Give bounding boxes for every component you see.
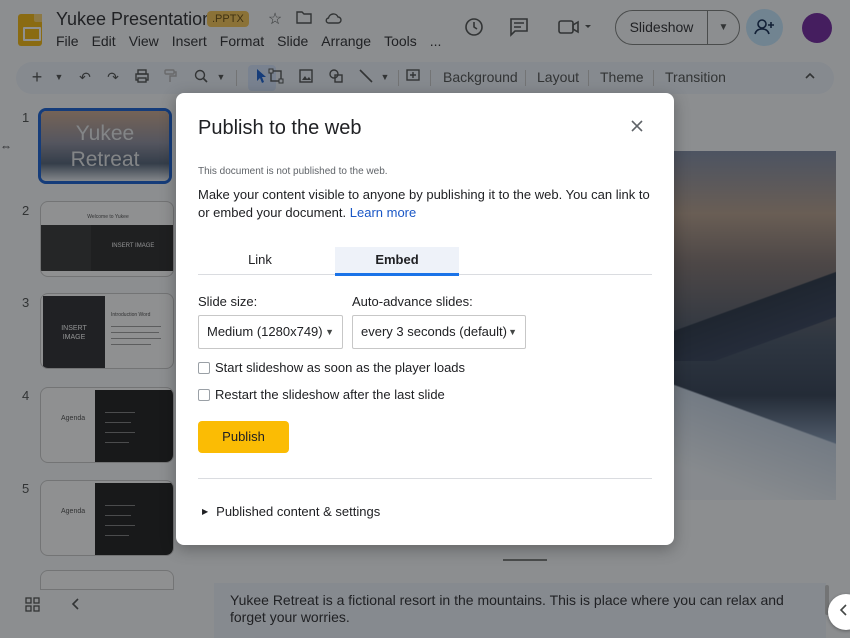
slide-size-select[interactable]: Medium (1280x749) ▼ [198, 315, 343, 349]
chevron-left-icon [838, 603, 848, 620]
publish-button[interactable]: Publish [198, 421, 289, 453]
auto-advance-value: every 3 seconds (default) [361, 324, 507, 339]
publish-dialog: Publish to the web This document is not … [176, 93, 674, 545]
slide-size-label: Slide size: [198, 294, 258, 309]
auto-advance-select[interactable]: every 3 seconds (default) ▼ [352, 315, 526, 349]
dialog-title: Publish to the web [198, 117, 362, 139]
expand-triangle-icon: ▶ [202, 507, 209, 516]
tab-link[interactable]: Link [198, 247, 322, 274]
publish-status: This document is not published to the we… [198, 166, 388, 177]
publish-tabs: Link Embed [198, 247, 652, 276]
description-text: Make your content visible to anyone by p… [198, 187, 650, 220]
dialog-divider [198, 478, 652, 479]
dropdown-arrow-icon: ▼ [325, 327, 334, 337]
learn-more-link[interactable]: Learn more [350, 205, 416, 220]
tab-embed[interactable]: Embed [335, 247, 459, 276]
start-on-load-label[interactable]: Start slideshow as soon as the player lo… [215, 360, 465, 375]
close-icon[interactable] [627, 117, 647, 137]
dropdown-arrow-icon: ▼ [508, 327, 517, 337]
restart-after-last-label[interactable]: Restart the slideshow after the last sli… [215, 387, 445, 402]
restart-after-last-option[interactable]: Restart the slideshow after the last sli… [198, 387, 445, 402]
dialog-description: Make your content visible to anyone by p… [198, 186, 654, 222]
restart-after-last-checkbox[interactable] [198, 388, 210, 401]
published-settings-toggle[interactable]: ▶ Published content & settings [202, 504, 380, 519]
slide-size-value: Medium (1280x749) [207, 324, 323, 339]
auto-advance-label: Auto-advance slides: [352, 294, 473, 309]
start-on-load-option[interactable]: Start slideshow as soon as the player lo… [198, 360, 465, 375]
start-on-load-checkbox[interactable] [198, 361, 210, 374]
published-settings-label[interactable]: Published content & settings [216, 504, 380, 519]
